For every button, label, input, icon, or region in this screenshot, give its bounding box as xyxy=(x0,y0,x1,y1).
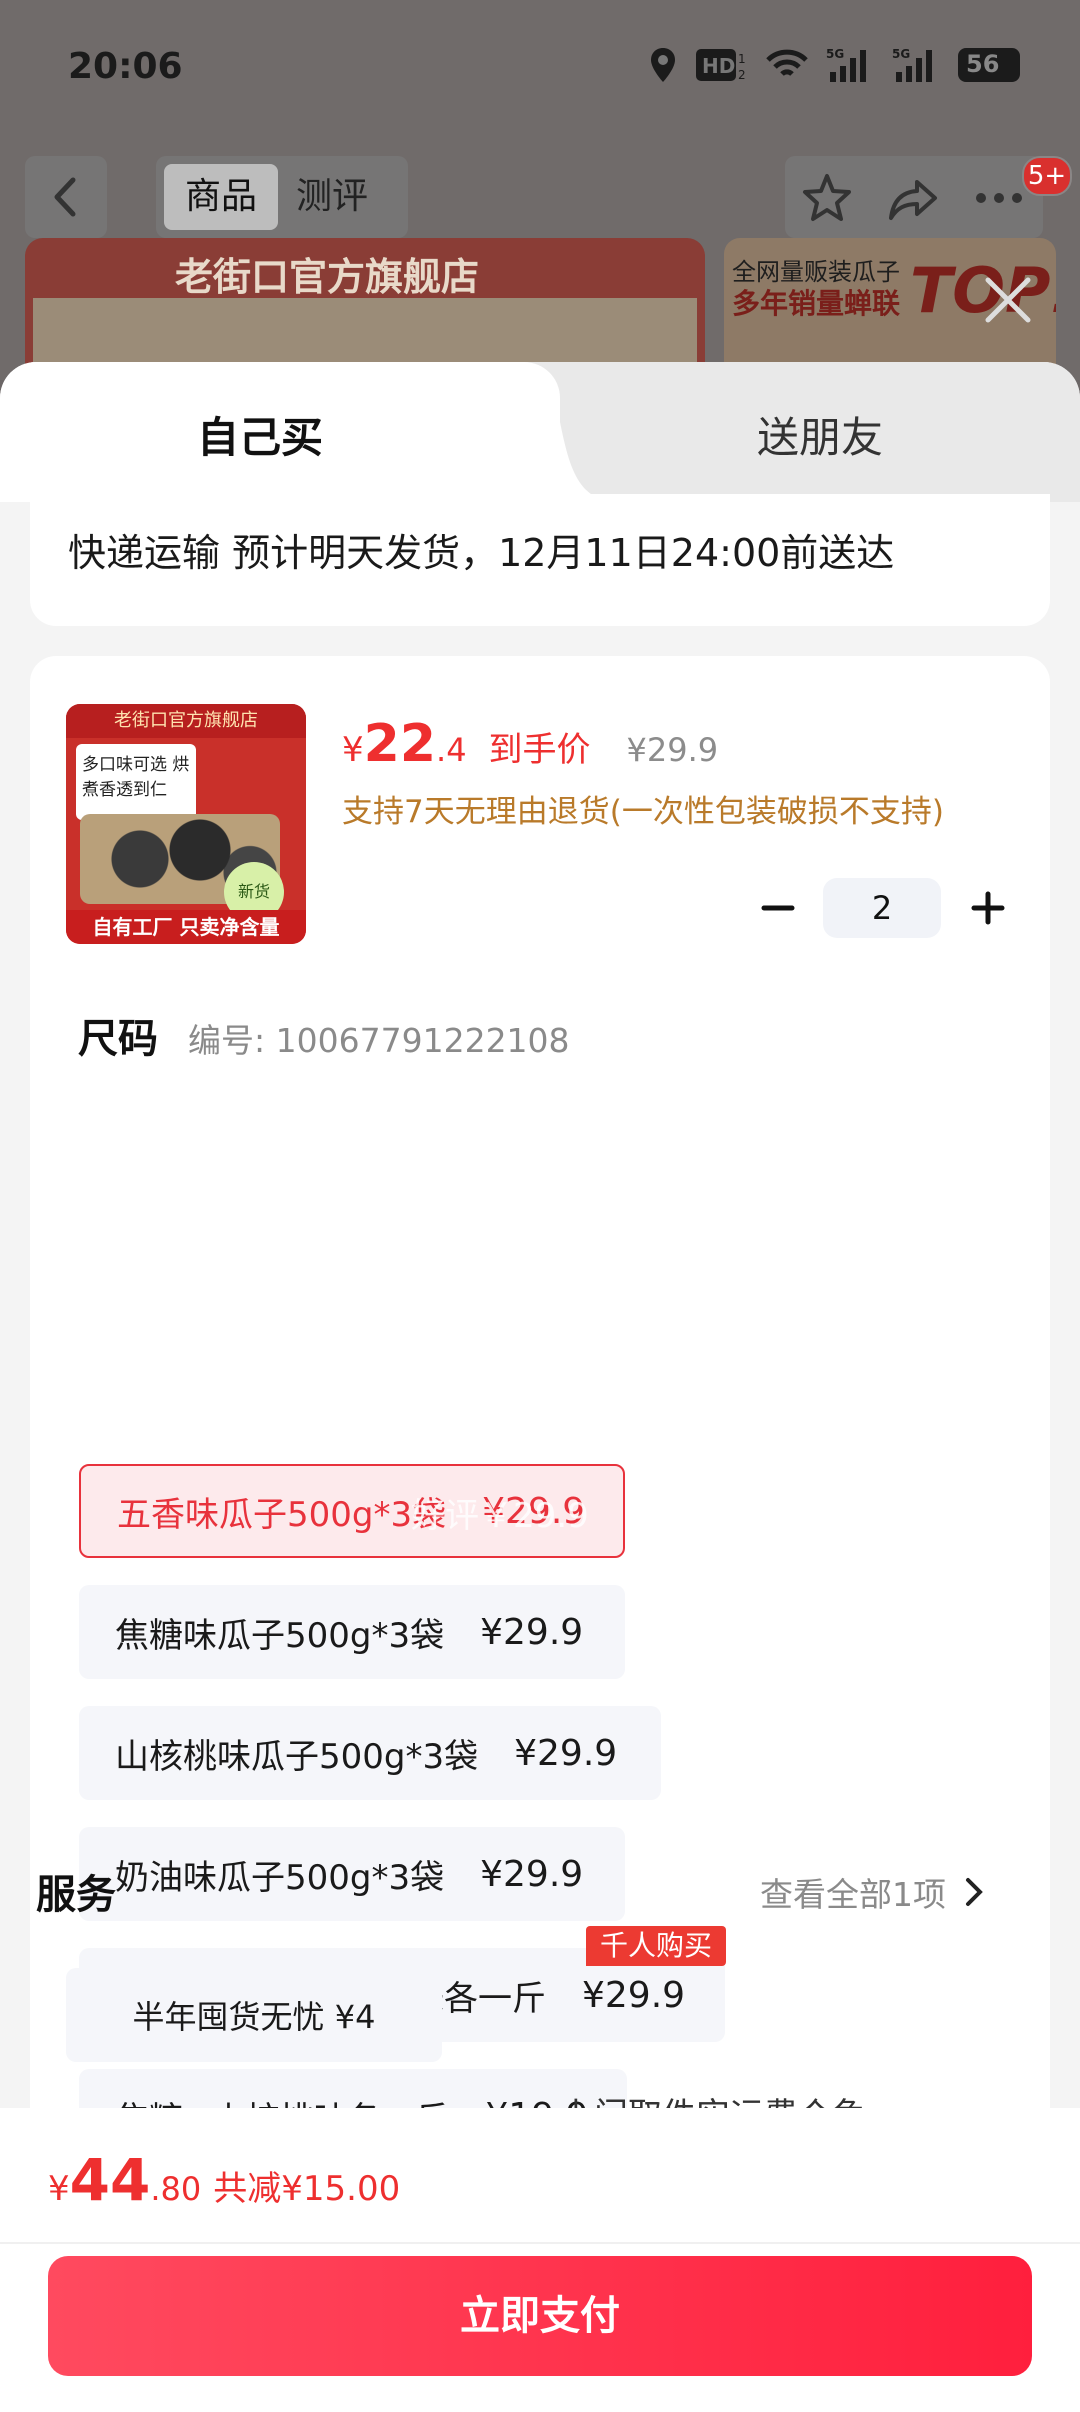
signal-5g-icon-2: 5G xyxy=(892,47,932,82)
price-symbol: ¥ xyxy=(342,730,364,770)
total-symbol: ¥ xyxy=(48,2169,70,2209)
product-thumbnail[interactable]: 老街口官方旗舰店 多口味可选 烘煮香透到仁 新货 自有工厂 只卖净含量 xyxy=(66,704,306,944)
notification-badge: 5+ xyxy=(1022,156,1072,196)
promo-line-2: 多年销量蝉联 xyxy=(732,287,901,320)
chevron-left-icon xyxy=(54,177,76,217)
option-name: 山核桃味瓜子500g*3袋 xyxy=(115,1736,479,1777)
thumb-store-label: 老街口官方旗舰店 xyxy=(66,704,306,738)
svg-text:1: 1 xyxy=(738,52,746,66)
purchase-sheet: 自己买 送朋友 快递运输 预计明天发货，12月11日24:00前送达 老街口官方… xyxy=(0,362,1080,2412)
option-name: 五香味瓜子500g*3袋 xyxy=(117,1494,447,1535)
price-decimal: .4 xyxy=(436,731,467,769)
svg-text:5G: 5G xyxy=(826,47,844,61)
store-banner: 老街口官方旗舰店 xyxy=(25,238,705,380)
hd-icon: HD 1 2 xyxy=(696,49,746,82)
service-header: 服务 查看全部1项 xyxy=(36,1862,986,1922)
background-page: 20:06 HD 1 2 5G 5G 56 商品 测评 5+ 老街口官方旗舰店 全网… xyxy=(0,0,1080,380)
tab-reviews[interactable]: 测评 xyxy=(296,164,396,230)
total-integer: 44 xyxy=(69,2146,151,2214)
total-decimal: .80 xyxy=(150,2170,202,2208)
status-bar: 20:06 HD 1 2 5G 5G 56 xyxy=(68,40,1040,100)
option-overlay-text: 好评￥29.9 xyxy=(411,1496,589,1536)
signal-5g-icon: 5G xyxy=(826,47,866,82)
price-row: ¥ 22 .4 到手价 ¥29.9 xyxy=(342,714,718,774)
svg-text:2: 2 xyxy=(738,68,746,82)
discount-total: 共减¥15.00 xyxy=(213,2169,401,2209)
option-price: ¥29.9 xyxy=(514,1732,618,1774)
location-icon xyxy=(651,48,675,82)
size-header: 尺码 编号: 10067791222108 xyxy=(78,1006,570,1062)
close-icon[interactable] xyxy=(980,272,1036,328)
total-price: ¥ 44 .80 共减¥15.00 xyxy=(48,2146,400,2214)
service-title: 服务 xyxy=(36,1872,116,1918)
size-title: 尺码 xyxy=(78,1016,158,1062)
product-code: 编号: 10067791222108 xyxy=(188,1021,570,1060)
buy-mode-tabs: 自己买 送朋友 xyxy=(0,362,1080,502)
star-icon[interactable] xyxy=(799,170,855,226)
return-policy: 支持7天无理由退货(一次性包装破损不支持) xyxy=(342,794,944,830)
top-actions xyxy=(785,156,1043,238)
size-option-caramel[interactable]: 焦糖味瓜子500g*3袋 ¥29.9 xyxy=(79,1585,625,1679)
share-icon[interactable] xyxy=(885,170,941,226)
svg-text:5G: 5G xyxy=(892,47,910,61)
view-all-services-link[interactable]: 查看全部1项 xyxy=(760,1868,946,1916)
thumb-footer: 自有工厂 只卖净含量 xyxy=(66,910,306,944)
back-button[interactable] xyxy=(25,156,107,238)
shipping-info: 快递运输 预计明天发货，12月11日24:00前送达 xyxy=(68,531,895,575)
minus-icon[interactable] xyxy=(748,878,808,938)
option-name: 焦糖味瓜子500g*3袋 xyxy=(115,1615,445,1656)
final-price-label: 到手价 xyxy=(488,730,591,770)
size-option-hickory[interactable]: 山核桃味瓜子500g*3袋 ¥29.9 xyxy=(79,1706,661,1800)
tab-buy-for-self[interactable]: 自己买 xyxy=(0,404,520,465)
chevron-right-icon[interactable] xyxy=(962,1872,986,1912)
popular-badge: 千人购买 xyxy=(586,1926,727,1966)
thumb-caption: 多口味可选 烘煮香透到仁 xyxy=(76,744,196,820)
option-price: ¥29.9 xyxy=(581,1974,686,2016)
battery-icon: 56 xyxy=(958,48,1020,82)
shipping-card: 快递运输 预计明天发货，12月11日24:00前送达 xyxy=(30,494,1050,626)
more-icon[interactable] xyxy=(969,170,1029,226)
service-option-stockup[interactable]: 半年囤货无忧 ¥4 xyxy=(66,1968,442,2062)
tab-gift-to-friend[interactable]: 送朋友 xyxy=(560,404,1080,465)
svg-text:HD: HD xyxy=(702,54,735,78)
status-time: 20:06 xyxy=(68,46,183,87)
size-option-five-spice[interactable]: 五香味瓜子500g*3袋 ¥29.9 好评￥29.9 xyxy=(79,1464,625,1558)
wifi-icon xyxy=(766,49,808,76)
divider xyxy=(0,2242,1080,2244)
price-integer: 22 xyxy=(363,714,437,774)
battery-level: 56 xyxy=(966,50,1000,78)
page-tab-switcher: 商品 测评 xyxy=(156,156,408,238)
checkout-bar: ¥ 44 .80 共减¥15.00 立即支付 xyxy=(0,2108,1080,2412)
option-price: ¥29.9 xyxy=(480,1611,584,1653)
original-price: ¥29.9 xyxy=(626,731,719,769)
product-card: 老街口官方旗舰店 多口味可选 烘煮香透到仁 新货 自有工厂 只卖净含量 ¥ 22… xyxy=(30,656,1050,2163)
plus-icon[interactable] xyxy=(958,878,1018,938)
pay-now-button[interactable]: 立即支付 xyxy=(48,2256,1032,2376)
store-banner-name: 老街口官方旗舰店 xyxy=(175,255,480,299)
quantity-value[interactable]: 2 xyxy=(823,878,941,938)
quantity-stepper: 2 xyxy=(748,878,1018,938)
tab-product[interactable]: 商品 xyxy=(164,164,278,230)
